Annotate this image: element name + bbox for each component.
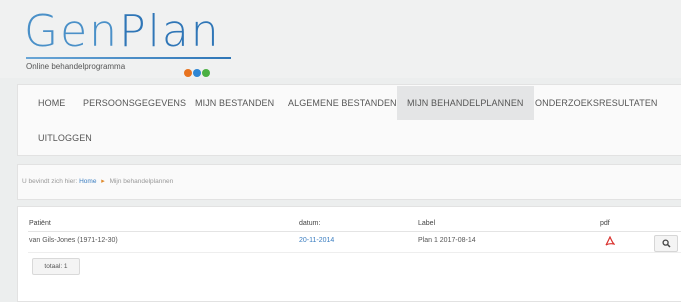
logo-dot-orange [184,69,192,77]
genplan-logo[interactable]: GenPlan Online behandelprogramma [24,6,239,77]
column-header-patient: Patiënt [29,220,51,227]
logo-name-gen: Gen [24,6,120,57]
pdf-icon[interactable] [605,234,616,246]
view-plan-button[interactable] [654,235,678,252]
breadcrumb-prefix: U bevindt zich hier: [22,178,78,185]
column-header-label: Label [418,220,436,227]
cell-patient: van Gils-Jones (1971-12-30) [29,237,118,244]
header: GenPlan Online behandelprogramma [0,0,681,78]
column-header-pdf: pdf [600,220,610,227]
nav-item-uitloggen[interactable]: UITLOGGEN [28,121,102,155]
row-divider [28,252,681,253]
logo-tagline: Online behandelprogramma [26,62,126,71]
logo-name-plan: Plan [119,6,221,57]
nav-item-persoonsgegevens[interactable]: PERSOONSGEGEVENS [73,86,196,120]
header-divider [28,231,681,232]
main-navigation: HOME PERSOONSGEGEVENS MIJN BESTANDEN ALG… [17,84,681,156]
breadcrumb-arrow-icon: ▸ [101,178,105,185]
logo-wordmark: GenPlan [24,6,221,58]
total-count: totaal: 1 [32,258,80,275]
nav-item-mijn-behandelplannen[interactable]: MIJN BEHANDELPLANNEN [397,86,534,120]
search-icon [662,239,671,248]
breadcrumb: U bevindt zich hier: Home ▸ Mijn behande… [17,164,681,200]
breadcrumb-home-link[interactable]: Home [79,178,96,185]
breadcrumb-current: Mijn behandelplannen [109,178,174,185]
logo-underline [26,57,231,59]
cell-datum-link[interactable]: 20-11-2014 [299,237,334,244]
column-header-datum: datum: [299,220,321,227]
cell-label: Plan 1 2017-08-14 [418,237,476,244]
logo-dot-blue [193,69,201,77]
treatment-plans-panel: Patiënt datum: Label pdf van Gils-Jones … [17,206,681,302]
nav-item-home[interactable]: HOME [28,86,75,120]
nav-item-algemene-bestanden[interactable]: ALGEMENE BESTANDEN [278,86,407,120]
logo-dot-green [202,69,210,77]
nav-item-mijn-bestanden[interactable]: MIJN BESTANDEN [185,86,284,120]
nav-item-onderzoeksresultaten[interactable]: ONDERZOEKSRESULTATEN [525,86,668,120]
logo-dots [184,64,211,77]
